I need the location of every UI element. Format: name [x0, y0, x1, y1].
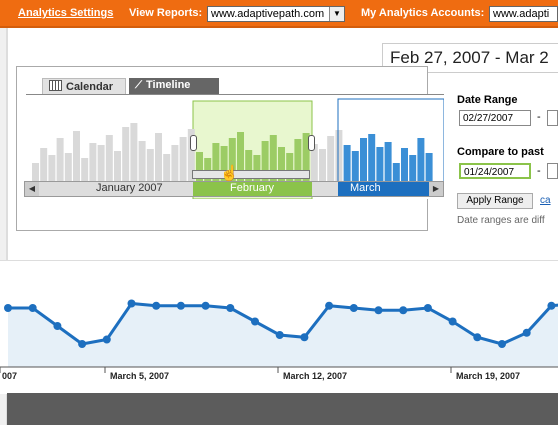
view-reports-label: View Reports:	[129, 7, 203, 19]
line-point	[226, 304, 235, 312]
line-point	[423, 304, 432, 312]
line-point	[152, 301, 161, 310]
view-reports-select-value: www.adaptivepath.com	[211, 8, 325, 20]
visits-line-chart: 007 March 5, 2007 March 12, 2007 March 19, …	[0, 260, 558, 394]
line-point	[448, 317, 457, 326]
my-accounts-select-value: www.adapti	[493, 8, 550, 20]
x-tick-label: March 12, 2007	[283, 371, 347, 381]
compare-start-input[interactable]: 01/24/2007	[459, 163, 531, 179]
line-point	[473, 333, 482, 342]
compare-label: Compare to past	[457, 146, 544, 158]
analytics-settings-link[interactable]: Analytics Settings	[18, 7, 113, 19]
date-range-dash: -	[537, 111, 541, 123]
scroll-right-icon[interactable]: ▶	[429, 182, 443, 196]
line-point	[399, 306, 408, 315]
tab-timeline[interactable]: ⟋ Timeline	[129, 78, 219, 94]
date-range-note: Date ranges are diff	[457, 215, 545, 226]
tab-calendar-label: Calendar	[66, 81, 114, 93]
month-label-february: February	[193, 182, 312, 196]
month-label-march: March	[338, 182, 429, 196]
view-reports-select[interactable]: www.adaptivepath.com ▼	[207, 6, 345, 22]
tab-calendar[interactable]: Calendar	[42, 78, 126, 94]
line-point	[251, 317, 259, 326]
line-point	[102, 335, 111, 344]
line-point	[78, 340, 87, 348]
line-point	[176, 301, 185, 310]
x-tick-label: 007	[2, 371, 17, 381]
line-point	[522, 328, 531, 337]
selection-slider[interactable]	[192, 170, 310, 179]
line-point	[53, 322, 62, 330]
calendar-icon	[49, 80, 62, 91]
line-point	[275, 331, 284, 339]
line-point	[374, 306, 383, 315]
x-tick-label: March 19, 2007	[456, 371, 520, 381]
scroll-left-icon[interactable]: ◀	[25, 182, 39, 196]
top-navigation-bar: Analytics Settings View Reports: www.ada…	[0, 0, 558, 28]
date-range-start-input[interactable]: 02/27/2007	[459, 110, 531, 126]
line-point	[201, 301, 210, 310]
range-handle-left[interactable]	[190, 135, 197, 151]
footer-bar	[7, 393, 558, 425]
line-point	[28, 304, 37, 312]
line-chart-svg: 007 March 5, 2007 March 12, 2007 March 19, …	[0, 299, 558, 381]
cancel-link[interactable]: ca	[540, 195, 551, 206]
apply-range-button[interactable]: Apply Range	[457, 193, 533, 209]
hand-cursor-icon: ☝	[220, 165, 239, 182]
line-point	[127, 299, 136, 308]
compare-dash: -	[537, 165, 541, 177]
my-accounts-label: My Analytics Accounts:	[361, 7, 485, 19]
line-point	[300, 333, 309, 342]
chevron-down-icon: ▼	[329, 7, 344, 21]
line-point	[547, 301, 556, 310]
x-tick-label: March 5, 2007	[110, 371, 169, 381]
date-range-end-input[interactable]	[547, 110, 558, 126]
month-label-january: January 2007	[96, 182, 163, 194]
date-range-display-text: Feb 27, 2007 - Mar 2	[390, 48, 549, 67]
date-picker-panel: Calendar ⟋ Timeline	[16, 66, 445, 231]
line-point	[349, 304, 358, 312]
compare-end-input[interactable]	[547, 163, 558, 179]
tab-timeline-label: Timeline	[146, 79, 191, 91]
line-point	[4, 304, 12, 312]
line-point	[498, 340, 506, 348]
line-chart-icon: ⟋	[135, 80, 142, 91]
range-handle-right[interactable]	[308, 135, 315, 151]
date-range-label: Date Range	[457, 94, 518, 106]
line-point	[325, 301, 334, 310]
my-accounts-select[interactable]: www.adapti	[489, 6, 558, 22]
